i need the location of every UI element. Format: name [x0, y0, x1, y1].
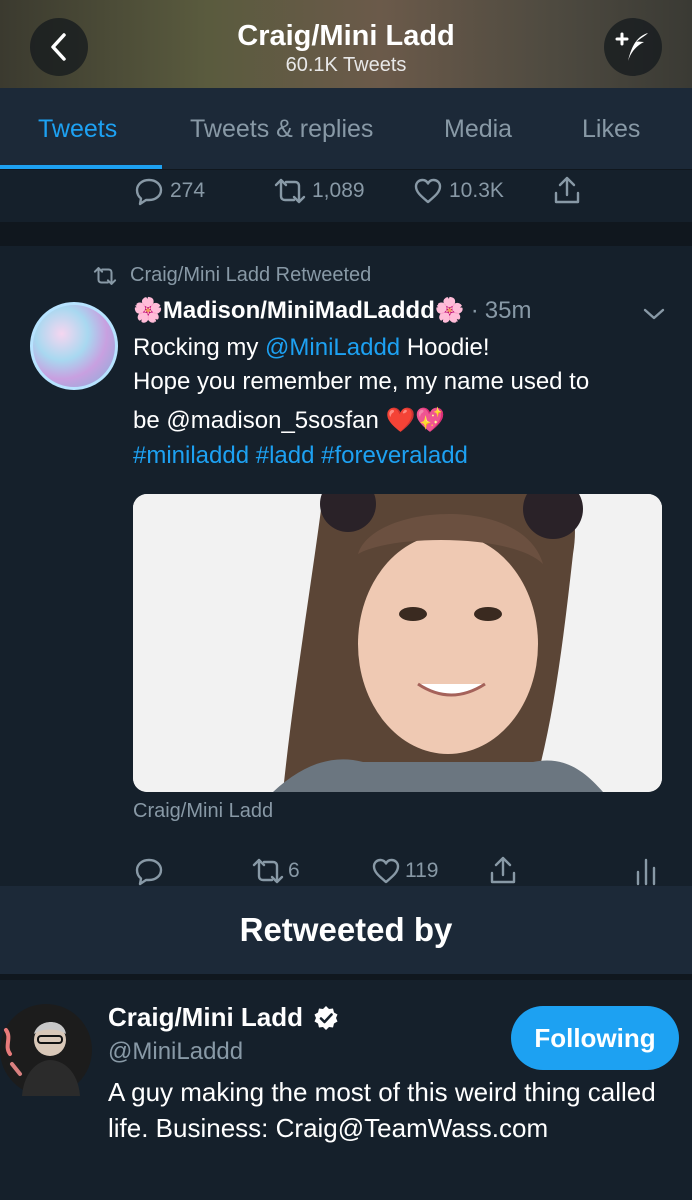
user-bio: A guy making the most of this weird thin… — [108, 1077, 656, 1143]
user-name-text: Craig/Mini Ladd — [108, 1002, 303, 1032]
tweet-timestamp: 35m — [484, 296, 532, 324]
like-button[interactable]: 10.3K — [413, 176, 504, 206]
share-icon — [554, 176, 580, 204]
share-button[interactable] — [552, 174, 582, 206]
retweet-icon — [274, 178, 306, 204]
tab-likes[interactable]: Likes — [582, 88, 640, 170]
media-caption: Craig/Mini Ladd — [133, 800, 274, 822]
retweet-button[interactable]: 1,089 — [272, 176, 365, 206]
mention-link[interactable]: @MiniLaddd — [265, 334, 400, 361]
tweet-count: 60.1K Tweets — [285, 54, 407, 76]
retweet-context-label: Craig/Mini Ladd Retweeted — [130, 264, 372, 286]
author-emoji-suffix: 🌸 — [434, 297, 465, 324]
chevron-down-icon — [643, 308, 665, 320]
share-icon — [490, 856, 516, 884]
compose-button[interactable] — [604, 18, 662, 76]
share-button[interactable] — [488, 854, 518, 886]
reply-icon — [135, 858, 163, 886]
time-separator: · — [470, 296, 479, 324]
verified-badge-icon — [314, 1005, 338, 1030]
reply-button[interactable]: 274 — [134, 176, 205, 206]
tweet-media-photo[interactable] — [133, 494, 662, 792]
retweet-icon — [252, 858, 284, 884]
compose-tweet-icon — [615, 32, 648, 61]
reply-icon — [135, 178, 163, 206]
page-title: Craig/Mini Ladd — [237, 20, 455, 52]
tweet-text-line-2: Hope you remember me, my name used to — [133, 368, 590, 395]
reply-button[interactable] — [134, 856, 164, 886]
like-count: 119 — [405, 859, 439, 882]
retweet-count: 6 — [288, 859, 300, 882]
tweet-actions: 6 119 — [0, 850, 692, 886]
heart-icon — [372, 858, 400, 884]
tweet-header: 🌸 Madison/MiniMadLaddd 🌸 · 35m — [133, 296, 531, 325]
user-handle: @MiniLaddd — [108, 1038, 244, 1065]
reply-count: 274 — [170, 179, 206, 202]
like-count: 10.3K — [449, 179, 504, 202]
user-avatar-illustration — [0, 1004, 92, 1096]
tab-tweets[interactable]: Tweets — [38, 88, 117, 170]
profile-tabs: Tweets Tweets & replies Media Likes — [0, 88, 692, 170]
tweet-author-avatar[interactable] — [30, 302, 118, 390]
tweet-options-button[interactable] — [642, 306, 666, 327]
retweet-context: Craig/Mini Ladd Retweeted — [92, 264, 371, 287]
tweet-divider — [0, 222, 692, 246]
profile-header: Craig/Mini Ladd 60.1K Tweets — [0, 0, 692, 88]
retweet-count: 1,089 — [312, 179, 365, 202]
user-list-item[interactable]: Craig/Mini Ladd @MiniLaddd A guy making … — [0, 980, 692, 1200]
tab-tweets-replies[interactable]: Tweets & replies — [190, 88, 373, 170]
tweet-text-line-3: be @madison_5sosfan ❤️💖 — [133, 407, 446, 434]
tweet-hashtags[interactable]: #miniladdd #ladd #foreveraladd — [133, 442, 468, 470]
heart-icon — [414, 178, 442, 204]
tweet-text-line-1: Rocking my @MiniLaddd Hoodie! — [133, 334, 490, 362]
retweet-button[interactable]: 6 — [250, 856, 300, 886]
analytics-button[interactable] — [634, 856, 658, 886]
tweet-text-suffix: Hoodie! — [400, 334, 490, 361]
tab-media[interactable]: Media — [444, 88, 512, 170]
retweet-icon — [93, 266, 117, 285]
tweet-text-prefix: Rocking my — [133, 334, 266, 361]
retweeted-by-title: Retweeted by — [0, 886, 692, 974]
author-emoji-prefix: 🌸 — [133, 297, 163, 324]
analytics-icon — [636, 858, 656, 886]
user-name: Craig/Mini Ladd — [108, 1002, 339, 1033]
active-tab-indicator — [0, 165, 162, 169]
tweet-author-name[interactable]: Madison/MiniMadLaddd — [163, 297, 435, 325]
like-button[interactable]: 119 — [371, 856, 438, 886]
previous-tweet-actions: 274 1,089 10.3K — [0, 170, 692, 222]
following-button[interactable]: Following — [511, 1006, 679, 1070]
photo-illustration — [133, 494, 662, 792]
user-avatar[interactable] — [0, 1004, 92, 1096]
